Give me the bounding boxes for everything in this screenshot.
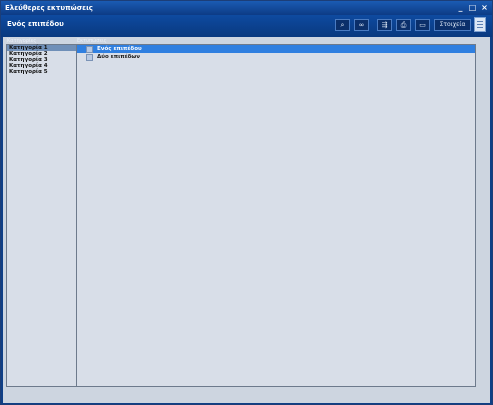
- maximize-button[interactable]: □: [468, 3, 477, 12]
- window-title: Ελεύθερες εκτυπώσεις: [5, 4, 93, 12]
- search-icon: ⌕: [340, 21, 345, 29]
- window-controls: _ □ ×: [456, 3, 489, 12]
- report-icon: [86, 54, 93, 61]
- binoculars-icon: ∞: [358, 21, 365, 29]
- search-button[interactable]: ⌕: [335, 19, 350, 31]
- print-item[interactable]: Ενός επιπέδου: [77, 45, 475, 53]
- print-item-label: Δύο επιπέδων: [97, 54, 140, 60]
- report-icon: [86, 46, 93, 53]
- preview-button[interactable]: ▭: [415, 19, 430, 31]
- main-content: Κατηγορίες Εκτυπώσεις Κατηγορία 1 Κατηγο…: [3, 37, 490, 403]
- filter-button[interactable]: ∞: [354, 19, 369, 31]
- printer-icon: ⎙: [400, 21, 407, 29]
- category-item[interactable]: Κατηγορία 5: [7, 69, 78, 75]
- export-icon: ⇶: [381, 21, 388, 29]
- print-button[interactable]: ⎙: [396, 19, 411, 31]
- export-button[interactable]: ⇶: [377, 19, 392, 31]
- items-button[interactable]: Στοιχεία: [434, 19, 471, 31]
- prints-list: Ενός επιπέδου Δύο επιπέδων: [76, 44, 476, 387]
- page-title: Ενός επιπέδου: [7, 20, 64, 28]
- print-item[interactable]: Δύο επιπέδων: [77, 53, 475, 61]
- title-bar[interactable]: Ελεύθερες εκτυπώσεις _ □ ×: [1, 1, 492, 15]
- print-item-label: Ενός επιπέδου: [97, 46, 142, 52]
- page-header: Ενός επιπέδου ⌕ ∞ ⇶ ⎙ ▭ Στοιχεία: [1, 15, 492, 37]
- categories-list: Κατηγορία 1 Κατηγορία 2 Κατηγορία 3 Κατη…: [6, 44, 80, 387]
- app-window: Ελεύθερες εκτυπώσεις _ □ × Ενός επιπέδου…: [0, 0, 493, 405]
- monitor-icon: ▭: [419, 21, 426, 29]
- minimize-button[interactable]: _: [456, 3, 465, 12]
- close-button[interactable]: ×: [480, 3, 489, 12]
- document-icon[interactable]: [474, 17, 486, 32]
